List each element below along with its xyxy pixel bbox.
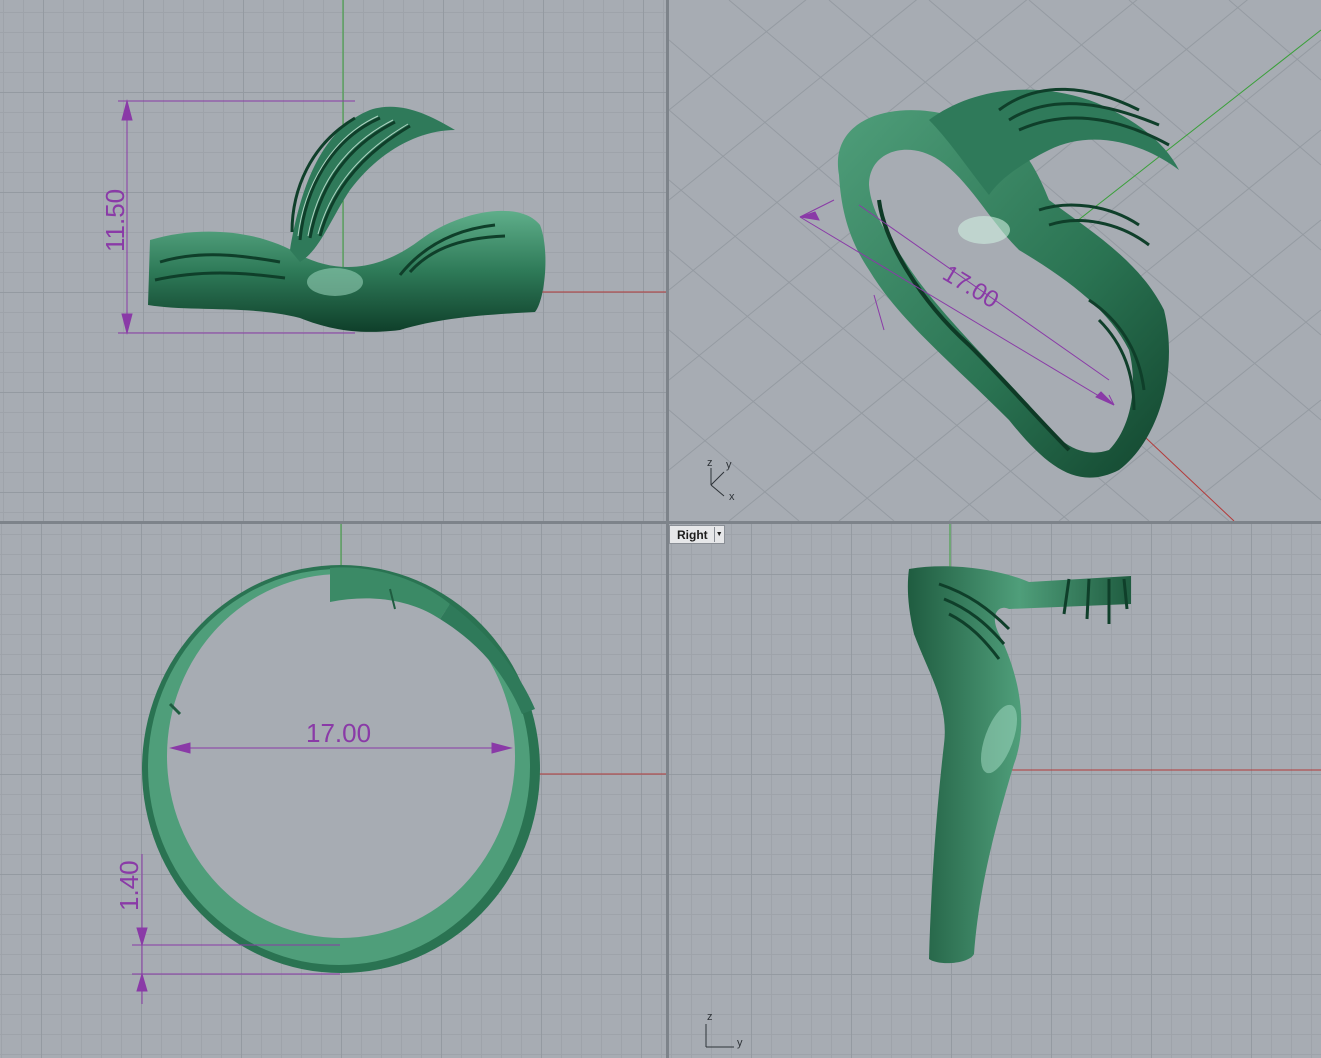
axis-icon-y: y xyxy=(726,459,732,471)
axis-orientation-icon xyxy=(705,1024,734,1048)
viewport-top[interactable]: 17.00 1.40 xyxy=(0,524,666,1058)
front-view-canvas: 11.50 xyxy=(100,0,666,335)
viewport-front[interactable]: 11.50 xyxy=(0,0,666,521)
axis-icon-y: y xyxy=(737,1037,743,1049)
axis-orientation-icon xyxy=(710,468,725,497)
ring-model-top xyxy=(142,565,540,973)
ring-model-right xyxy=(907,566,1131,964)
perspective-view-canvas: 17.00 z y x xyxy=(669,0,1321,521)
axis-icon-z: z xyxy=(707,457,713,469)
viewport-right[interactable]: Right ▼ z y xyxy=(669,524,1321,1058)
axis-icon-x: x xyxy=(729,491,735,503)
axis-icon-z: z xyxy=(707,1011,713,1023)
ring-model-front xyxy=(148,106,546,332)
right-view-canvas: z y xyxy=(705,524,1321,1049)
ring-model-perspective xyxy=(837,87,1179,478)
dimension-height-label: 11.50 xyxy=(100,189,130,252)
viewport-perspective[interactable]: 17.00 z y x xyxy=(669,0,1321,521)
dimension-band-thickness-label: 1.40 xyxy=(114,860,144,911)
top-view-canvas: 17.00 1.40 xyxy=(114,524,666,1004)
dimension-inner-diameter-label: 17.00 xyxy=(306,718,371,748)
